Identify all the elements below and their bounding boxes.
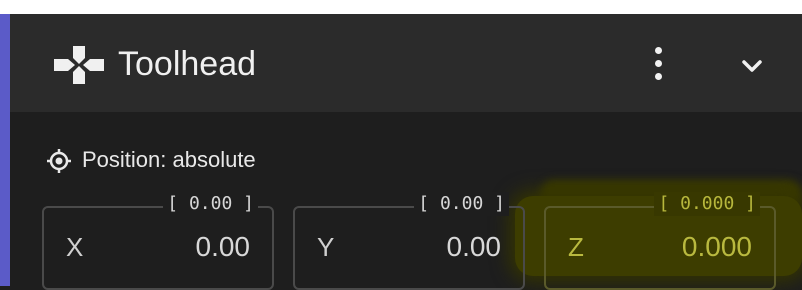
collapse-button[interactable] xyxy=(730,46,774,84)
z-position-field[interactable]: [ 0.000 ] Z 0.000 xyxy=(544,192,776,290)
more-vertical-dot xyxy=(655,73,662,80)
x-position-value: 0.00 xyxy=(195,231,251,262)
more-vertical-icon xyxy=(655,47,662,54)
x-position-hint: [ 0.00 ] xyxy=(163,192,258,216)
x-position-field[interactable]: [ 0.00 ] X 0.00 xyxy=(42,192,274,290)
z-axis-label: Z xyxy=(568,232,584,262)
more-vertical-dot xyxy=(655,60,662,67)
y-position-hint: [ 0.00 ] xyxy=(414,192,509,216)
top-strip xyxy=(0,0,802,14)
y-position-value: 0.00 xyxy=(446,231,502,262)
position-mode-label[interactable]: Position: absolute xyxy=(82,145,256,175)
z-position-hint: [ 0.000 ] xyxy=(654,192,760,216)
y-position-field[interactable]: [ 0.00 ] Y 0.00 xyxy=(293,192,525,290)
gamepad-dpad-icon xyxy=(54,46,104,84)
panel-accent-bar xyxy=(0,14,10,286)
x-axis-label: X xyxy=(66,232,84,262)
crosshair-icon xyxy=(47,149,71,173)
panel-title: Toolhead xyxy=(118,45,257,83)
chevron-down-icon xyxy=(742,60,762,72)
more-options-button[interactable] xyxy=(640,40,676,88)
z-position-value: 0.000 xyxy=(681,231,752,262)
y-axis-label: Y xyxy=(317,232,335,262)
